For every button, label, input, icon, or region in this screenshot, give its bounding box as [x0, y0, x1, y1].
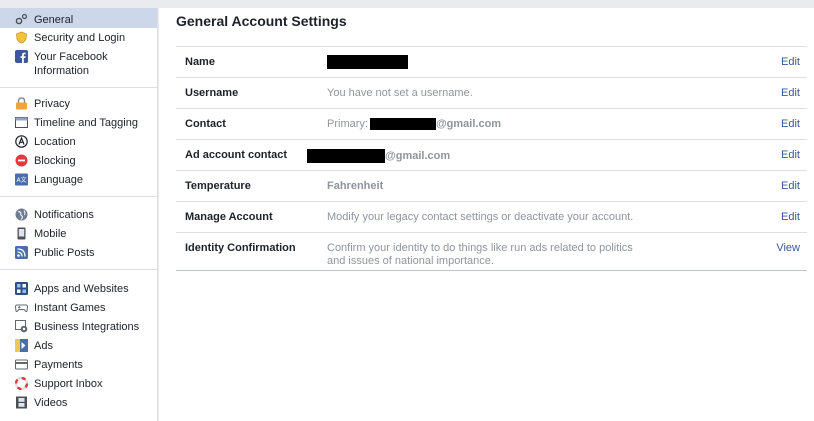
settings-row-value — [317, 47, 747, 69]
sidebar-item-label: Privacy — [34, 98, 71, 110]
sidebar-item-business-integrations[interactable]: Business Integrations — [0, 317, 157, 336]
lifebuoy-icon — [14, 376, 29, 391]
settings-row-value: Primary: @gmail.com — [317, 109, 747, 131]
ad-contact-email-domain: @gmail.com — [385, 149, 451, 162]
location-icon — [15, 135, 28, 148]
contact-primary-prefix: Primary: — [327, 118, 368, 130]
settings-table: Name Edit Username You have not set a us… — [176, 46, 807, 271]
timeline-icon — [15, 116, 28, 129]
settings-row-value: @gmail.com — [307, 140, 747, 163]
sidebar-item-notifications[interactable]: Notifications — [0, 205, 157, 224]
settings-row-label: Temperature — [185, 180, 251, 192]
sidebar-item-timeline-and-tagging[interactable]: Timeline and Tagging — [0, 113, 157, 132]
shield-icon — [15, 31, 28, 44]
settings-row-value: Confirm your identity to do things like … — [327, 242, 633, 267]
sidebar-item-label: Payments — [34, 359, 83, 371]
gamepad-icon — [14, 301, 29, 314]
sidebar-item-label: Timeline and Tagging — [34, 117, 138, 129]
sidebar-item-label: Ads — [34, 340, 53, 352]
sidebar-item-label: Location — [34, 136, 76, 148]
sidebar-item-label: Your Facebook Information — [34, 51, 108, 77]
sidebar-item-privacy[interactable]: Privacy — [0, 94, 157, 113]
redaction-block — [307, 149, 385, 163]
svg-text:A文: A文 — [17, 176, 27, 184]
sidebar-item-label: Business Integrations — [34, 321, 140, 333]
sidebar-item-payments[interactable]: Payments — [0, 355, 157, 374]
sidebar-item-blocking[interactable]: Blocking — [0, 151, 157, 170]
sidebar-item-your-facebook-information[interactable]: Your Facebook Information — [0, 47, 157, 79]
top-strip — [0, 0, 814, 8]
gear-icon — [15, 13, 28, 26]
sidebar-item-language[interactable]: A文 Language — [0, 170, 157, 189]
blocking-icon — [15, 154, 28, 167]
sidebar-item-security[interactable]: Security and Login — [0, 28, 157, 47]
settings-row-manage-account[interactable]: Manage Account Modify your legacy contac… — [176, 202, 807, 233]
sidebar-item-label: Videos — [34, 397, 68, 409]
apps-icon — [15, 282, 28, 295]
redaction-block — [369, 118, 436, 131]
film-icon — [15, 396, 28, 409]
credit-card-icon — [15, 358, 28, 371]
edit-ad-account-contact-link[interactable]: Edit — [747, 140, 807, 161]
rss-icon — [15, 246, 28, 259]
sidebar-item-ads[interactable]: Ads — [0, 336, 157, 355]
sidebar-item-apps-and-websites[interactable]: Apps and Websites — [0, 279, 157, 298]
sidebar-group-privacy: Privacy Timeline and Tagging Location Bl… — [0, 88, 157, 197]
settings-row-label: Contact — [185, 118, 226, 130]
sidebar-item-label: General — [34, 14, 74, 26]
sidebar-item-label: Instant Games — [34, 302, 106, 314]
settings-row-value: Modify your legacy contact settings or d… — [327, 211, 634, 223]
settings-row-label: Manage Account — [185, 211, 273, 223]
settings-row-value: Fahrenheit — [317, 171, 747, 193]
lock-icon — [15, 97, 28, 110]
settings-row-identity-confirmation[interactable]: Identity Confirmation Confirm your ident… — [176, 233, 807, 270]
sidebar-item-label: Security and Login — [34, 32, 126, 44]
sidebar-item-videos[interactable]: Videos — [0, 393, 157, 412]
sidebar-item-support-inbox[interactable]: Support Inbox — [0, 374, 157, 393]
settings-row-label: Username — [185, 87, 239, 99]
edit-name-link[interactable]: Edit — [747, 47, 807, 68]
redaction-block — [327, 55, 408, 69]
sidebar-item-label: Language — [34, 174, 83, 186]
sidebar-item-label: Blocking — [34, 155, 76, 167]
language-icon: A文 — [15, 173, 28, 186]
sidebar-item-mobile[interactable]: Mobile — [0, 224, 157, 243]
settings-row-name[interactable]: Name Edit — [176, 47, 807, 78]
settings-row-label: Name — [185, 56, 215, 68]
facebook-icon — [15, 50, 28, 63]
sidebar-item-label: Mobile — [34, 228, 67, 240]
sidebar-item-public-posts[interactable]: Public Posts — [0, 243, 157, 262]
sidebar-item-general[interactable]: General — [0, 8, 157, 28]
contact-email-domain: @gmail.com — [435, 118, 502, 130]
edit-username-link[interactable]: Edit — [747, 78, 807, 99]
settings-row-ad-account-contact[interactable]: Ad account contact @gmail.com Edit — [176, 140, 807, 171]
view-identity-confirmation-link[interactable]: View — [747, 233, 807, 254]
sidebar-item-location[interactable]: Location — [0, 132, 157, 151]
edit-manage-account-link[interactable]: Edit — [747, 202, 807, 223]
globe-icon — [15, 208, 28, 221]
sidebar-item-label: Public Posts — [34, 247, 95, 259]
sidebar-item-label: Support Inbox — [34, 378, 103, 390]
sidebar-item-label: Apps and Websites — [34, 283, 129, 295]
settings-sidebar: General Security and Login Your Facebook… — [0, 8, 158, 421]
edit-contact-link[interactable]: Edit — [747, 109, 807, 130]
page-title: General Account Settings — [176, 13, 347, 29]
ads-icon — [15, 339, 28, 352]
settings-main-panel: General Account Settings Name Edit Usern… — [159, 8, 814, 421]
settings-row-value: You have not set a username. — [327, 87, 473, 99]
business-icon — [15, 320, 28, 333]
sidebar-item-instant-games[interactable]: Instant Games — [0, 298, 157, 317]
sidebar-group-notifications: Notifications Mobile Public Posts — [0, 197, 157, 270]
settings-row-label: Identity Confirmation — [185, 242, 296, 254]
temperature-value: Fahrenheit — [327, 180, 384, 192]
sidebar-item-label: Notifications — [34, 209, 94, 221]
edit-temperature-link[interactable]: Edit — [747, 171, 807, 192]
sidebar-group-account: General Security and Login Your Facebook… — [0, 8, 157, 88]
sidebar-group-apps: Apps and Websites Instant Games Business… — [0, 270, 157, 419]
settings-row-temperature[interactable]: Temperature Fahrenheit Edit — [176, 171, 807, 202]
settings-row-contact[interactable]: Contact Primary: @gmail.com Edit — [176, 109, 807, 140]
settings-row-label: Ad account contact — [185, 149, 288, 161]
settings-row-username[interactable]: Username You have not set a username. Ed… — [176, 78, 807, 109]
mobile-icon — [15, 227, 28, 240]
